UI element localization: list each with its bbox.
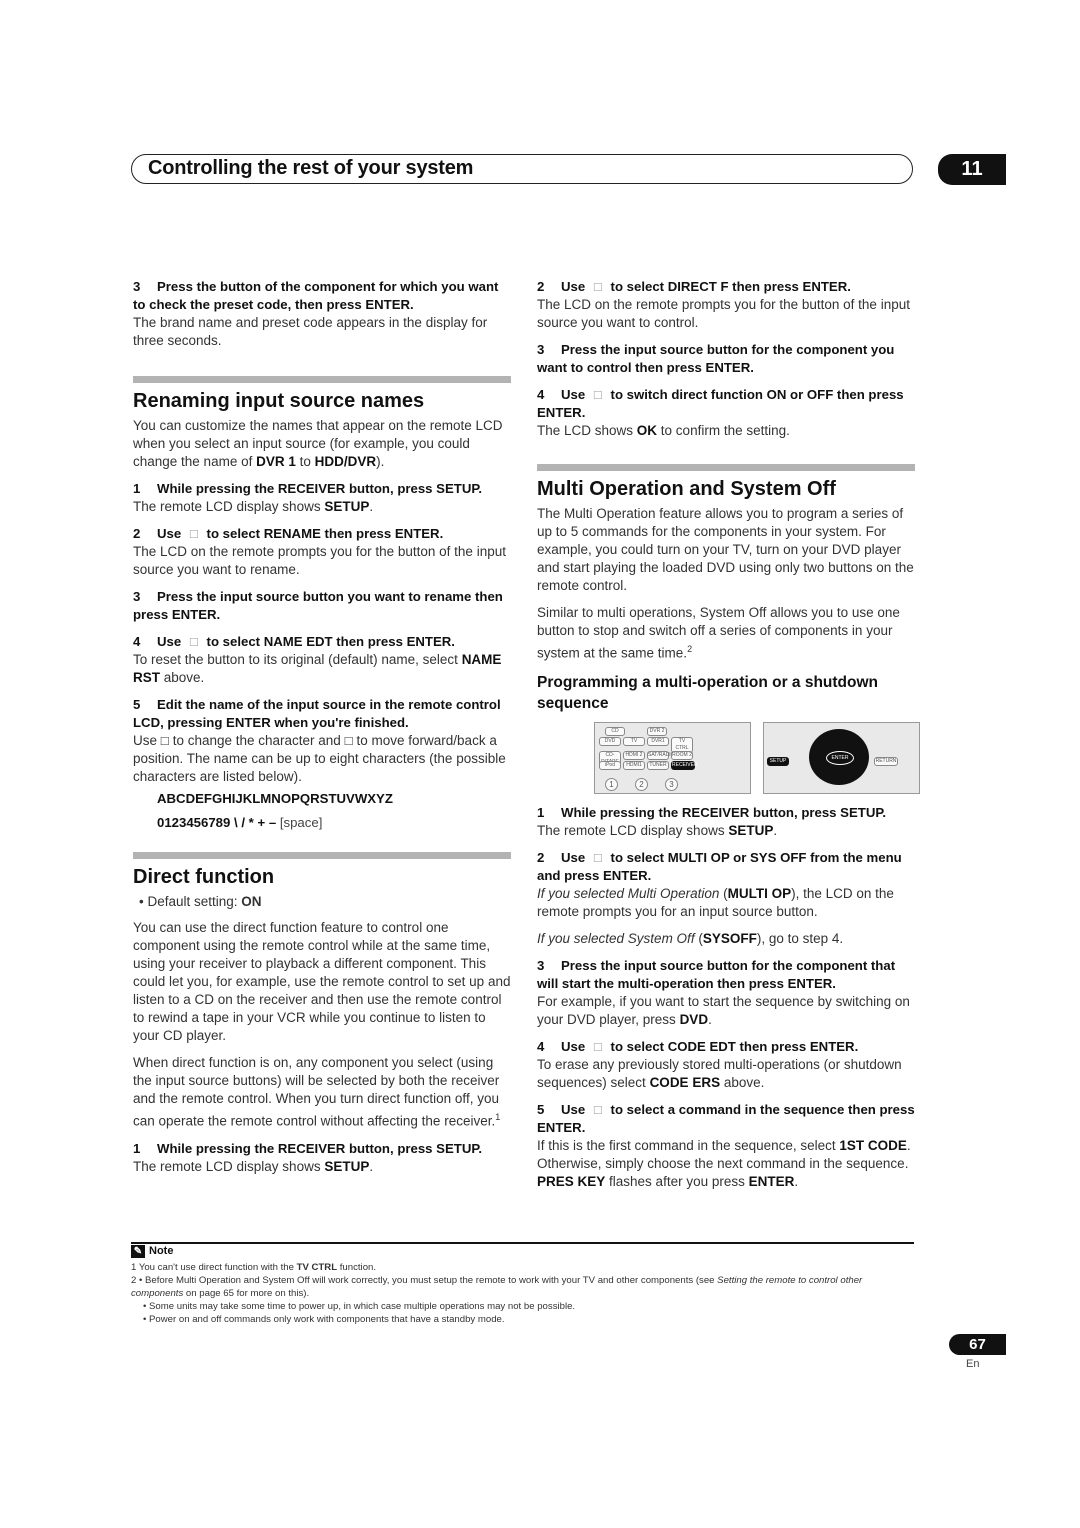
direct-paragraph-2: When direct function is on, any componen… xyxy=(133,1055,501,1129)
section-title-direct-function: Direct function xyxy=(133,866,275,888)
chapter-header: Controlling the rest of your system xyxy=(131,154,913,184)
allowed-characters-letters: ABCDEFGHIJKLMNOPQRSTUVWXYZ xyxy=(157,791,393,806)
direct-step-2-body: The LCD on the remote prompts you for th… xyxy=(537,297,910,330)
pencil-icon: ✎ xyxy=(131,1245,145,1258)
direct-step-4: 4 Use □ to switch direct function ON or O… xyxy=(537,387,904,420)
rename-step-4: 4 Use □ to select NAME EDT then press ENT… xyxy=(133,634,455,649)
multi-step-1-body: The remote LCD display shows SETUP. xyxy=(537,822,778,838)
multi-step-2-body-b: If you selected System Off (SYSOFF), go … xyxy=(537,930,844,946)
right-column: 2 Use □ to select DIRECT F then press ENT… xyxy=(537,278,920,1200)
footnote-2-bullet-2: • Some units may take some time to power… xyxy=(143,1301,576,1312)
multi-step-5-body: If this is the first command in the sequ… xyxy=(537,1137,911,1189)
setup-button: SETUP xyxy=(767,756,789,766)
rename-step-5: 5 Edit the name of the input source in th… xyxy=(133,697,501,730)
step-3-check-preset: 3 Press the button of the component for w… xyxy=(133,279,499,312)
footnote-2-bullet-3: • Power on and off commands only work wi… xyxy=(143,1314,505,1325)
direct-paragraph-1: You can use the direct function feature … xyxy=(133,920,511,1043)
rename-step-3: 3 Press the input source button you want … xyxy=(133,589,503,622)
receiver-button: RECEIVER xyxy=(671,760,698,770)
section-title-multi-operation: Multi Operation and System Off xyxy=(537,478,836,500)
chapter-title: Controlling the rest of your system xyxy=(148,157,474,179)
multi-step-2: 2 Use □ to select MULTI OP or SYS OFF fro… xyxy=(537,849,902,883)
remote-navigation-panel: ENTER SETUP RETURN xyxy=(763,721,920,794)
section-divider xyxy=(133,376,511,383)
direct-step-2: 2 Use □ to select DIRECT F then press ENT… xyxy=(537,279,851,294)
multi-step-3-body: For example, if you want to start the se… xyxy=(537,993,910,1027)
direct-step-3: 3 Press the input source button for the c… xyxy=(537,342,895,375)
arrow-button-icon: □ xyxy=(593,387,602,402)
multi-step-2-body-a: If you selected Multi Operation (MULTI O… xyxy=(537,885,894,919)
rename-step-5-body: Use □ to change the character and □ to m… xyxy=(133,733,506,784)
note-divider xyxy=(131,1242,914,1244)
remote-input-buttons-panel: CD DVR 2 DVD TV DVR1 TV CTRL CD-R/TAPE H… xyxy=(594,721,751,794)
multi-paragraph-1: The Multi Operation feature allows you t… xyxy=(537,506,914,593)
arrow-button-icon: □ xyxy=(593,849,602,865)
arrow-button-icon: □ xyxy=(160,733,169,748)
arrow-button-icon: □ xyxy=(189,634,198,649)
rename-step-1: 1 While pressing the RECEIVER button, pre… xyxy=(133,481,483,496)
arrow-button-icon: □ xyxy=(593,279,602,294)
rename-step-1-body: The remote LCD display shows SETUP. xyxy=(133,499,374,514)
footnote-1: 1 You can't use direct function with the… xyxy=(131,1262,377,1273)
step-body: The brand name and preset code appears i… xyxy=(133,315,488,348)
multi-step-1: 1 While pressing the RECEIVER button, pre… xyxy=(537,804,887,820)
subsection-title-programming: Programming a multi-operation or a shutd… xyxy=(537,673,879,712)
enter-button: ENTER xyxy=(826,750,854,765)
rename-step-2-body: The LCD on the remote prompts you for th… xyxy=(133,544,506,577)
arrow-button-icon: □ xyxy=(344,733,353,748)
rename-step-4-body: To reset the button to its original (def… xyxy=(133,652,502,685)
direct-step-1: 1 While pressing the RECEIVER button, pre… xyxy=(133,1140,483,1156)
rename-step-2: 2 Use □ to select RENAME then press ENTER… xyxy=(133,526,444,541)
direct-step-1-body: The remote LCD display shows SETUP. xyxy=(133,1158,374,1174)
multi-step-4: 4 Use □ to select CODE EDT then press ENT… xyxy=(537,1038,859,1054)
left-column: 3 Press the button of the component for w… xyxy=(133,278,511,1185)
multi-paragraph-2: Similar to multi operations, System Off … xyxy=(537,605,900,661)
page-language: En xyxy=(966,1358,980,1370)
arrow-button-icon: □ xyxy=(593,1038,602,1054)
multi-step-4-body: To erase any previously stored multi-ope… xyxy=(537,1056,902,1090)
section-title-renaming: Renaming input source names xyxy=(133,390,425,412)
default-setting: • Default setting: ON xyxy=(139,894,262,909)
footnote-2: 2 • Before Multi Operation and System Of… xyxy=(131,1275,863,1299)
footnotes: ✎ Note 1 You can't use direct function w… xyxy=(131,1245,914,1326)
section-divider xyxy=(537,464,915,471)
allowed-characters-symbols: 0123456789 \ / * + – [space] xyxy=(157,815,323,830)
note-header: ✎ Note xyxy=(131,1245,914,1258)
multi-step-5: 5 Use □ to select a command in the sequen… xyxy=(537,1101,915,1135)
chapter-number: 11 xyxy=(938,154,1006,185)
page-number: 67 xyxy=(949,1334,1006,1355)
remote-illustration: CD DVR 2 DVD TV DVR1 TV CTRL CD-R/TAPE H… xyxy=(594,721,920,794)
arrow-button-icon: □ xyxy=(189,526,198,541)
arrow-button-icon: □ xyxy=(593,1101,602,1117)
section-divider xyxy=(133,852,511,859)
multi-step-3: 3 Press the input source button for the c… xyxy=(537,957,896,991)
direct-step-4-body: The LCD shows OK to confirm the setting. xyxy=(537,423,790,438)
renaming-intro: You can customize the names that appear … xyxy=(133,418,503,469)
